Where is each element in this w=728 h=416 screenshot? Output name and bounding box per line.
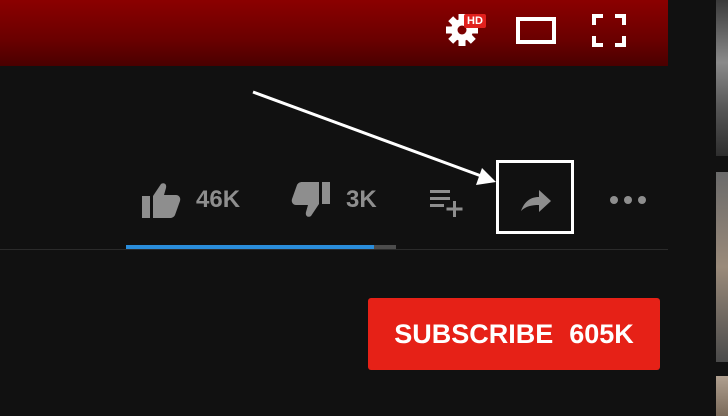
subscriber-count: 605K <box>569 318 634 349</box>
subscribe-button[interactable]: SUBSCRIBE 605K <box>368 298 660 370</box>
annotation-highlight-box <box>496 160 574 234</box>
subscribe-label: SUBSCRIBE <box>394 318 554 349</box>
